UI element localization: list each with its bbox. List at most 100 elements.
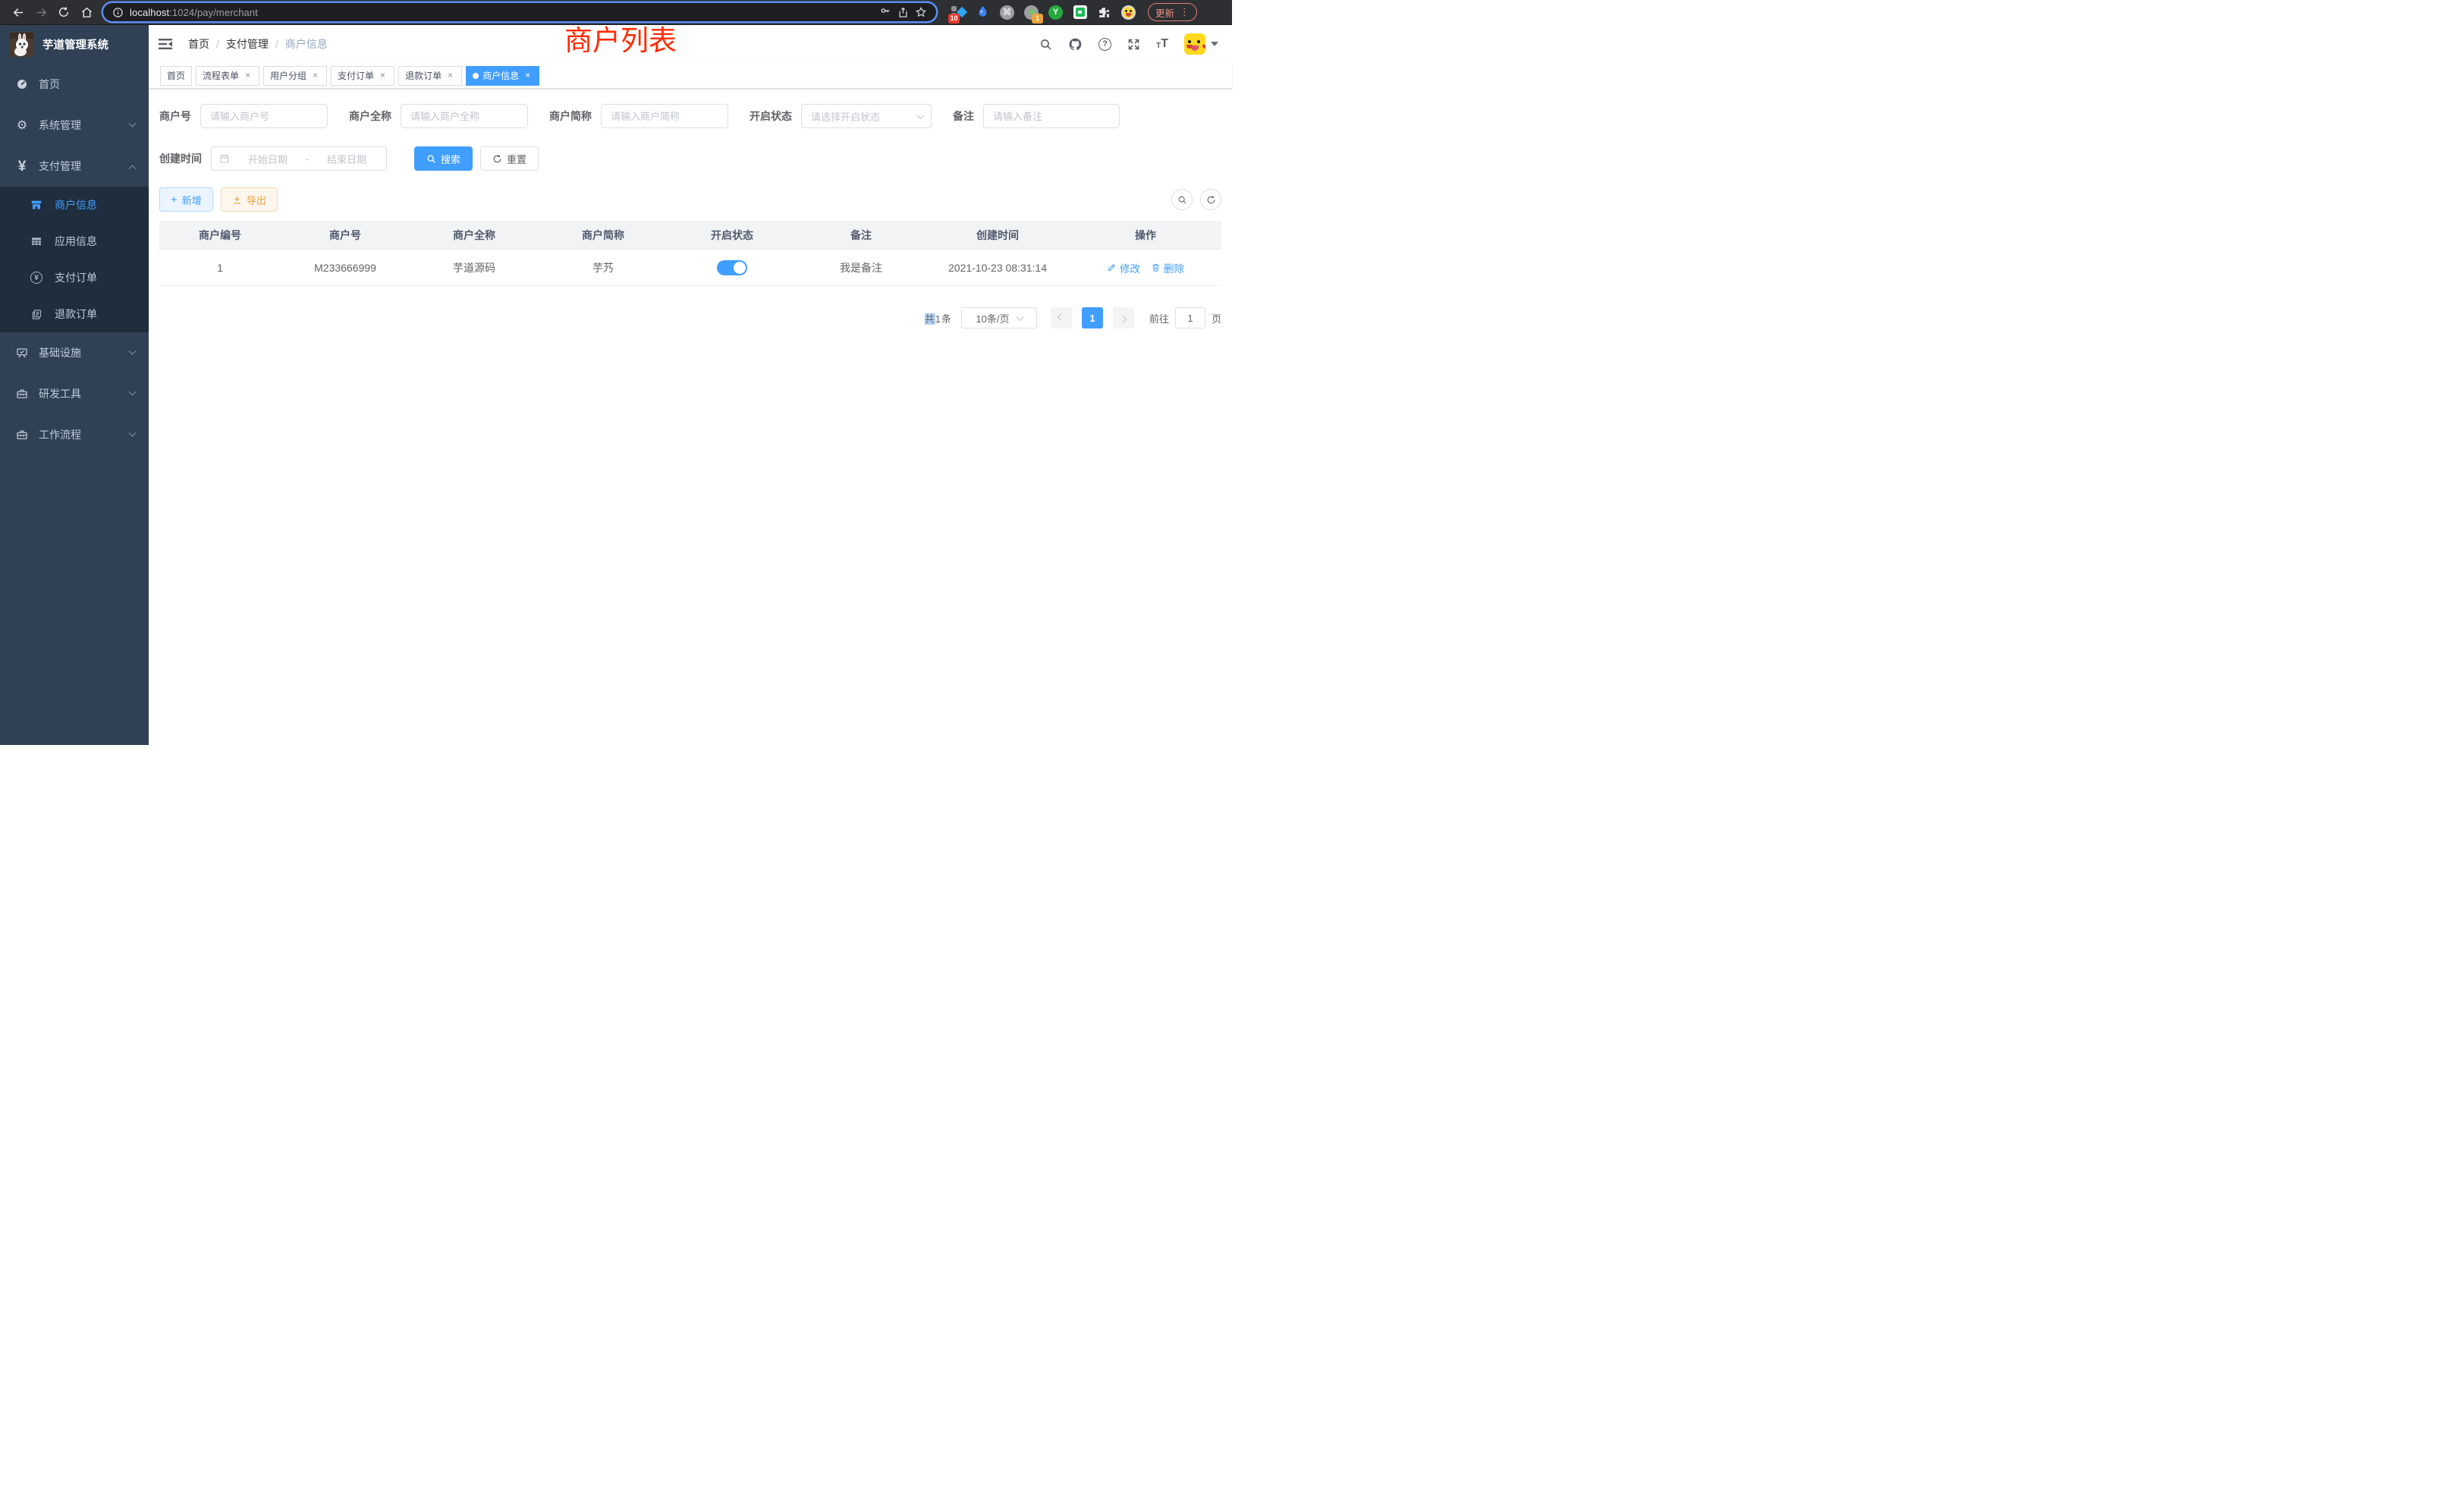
page-size-select[interactable]: 10条/页 [961,307,1037,328]
extension-blocks-icon[interactable]: 10 [951,5,966,20]
sidebar-item-payment[interactable]: ¥ 支付管理 [0,146,149,187]
url-text[interactable]: localhost:1024/pay/merchant [130,7,258,18]
breadcrumb-home[interactable]: 首页 [188,36,209,52]
extension-badge-10: 10 [948,14,960,24]
browser-menu-kebab-icon[interactable]: ⋮ [1180,6,1190,18]
sidebar-item-system[interactable]: ⚙ 系统管理 [0,105,149,146]
extension-command-icon[interactable]: ⌘ [1000,5,1014,20]
share-icon[interactable] [897,7,909,18]
sidebar-item-merchant-info[interactable]: 商户信息 [0,187,149,223]
download-icon [232,195,242,205]
goto-page-input[interactable] [1175,307,1205,328]
tag-home[interactable]: 首页 [160,66,192,86]
address-bar[interactable]: localhost:1024/pay/merchant [103,3,936,21]
breadcrumb-payment[interactable]: 支付管理 [226,36,269,52]
site-info-icon[interactable] [112,7,124,18]
col-header-short-name: 商户简称 [539,228,668,243]
field-label: 商户号 [159,108,191,124]
app-title: 芋道管理系统 [42,36,108,52]
chevron-down-icon [917,112,925,119]
extension-y-icon[interactable]: Y [1048,5,1063,20]
tag-pay-order[interactable]: 支付订单× [331,66,394,86]
close-icon[interactable]: × [445,71,455,80]
close-icon[interactable]: × [523,71,533,80]
export-button[interactable]: 导出 [221,187,278,212]
edit-button[interactable]: 修改 [1107,260,1140,275]
navbar-actions: ? TT [1039,33,1218,55]
field-label: 商户简称 [549,108,592,124]
payment-submenu: 商户信息 应用信息 ¥ 支付订单 退款订单 [0,187,149,332]
header-search-icon[interactable] [1039,38,1052,51]
page-unit-label: 页 [1212,311,1221,325]
browser-profile-avatar[interactable] [1121,5,1136,20]
chevron-down-icon [1016,313,1023,321]
sidebar-collapse-icon[interactable] [158,36,174,52]
toolbox-icon [15,388,29,400]
browser-forward-icon[interactable] [30,2,52,22]
green-glyph-icon [1076,8,1085,17]
help-icon[interactable]: ? [1098,38,1111,51]
tag-refund-order[interactable]: 退款订单× [398,66,462,86]
sidebar-item-refund-order[interactable]: 退款订单 [0,296,149,332]
close-icon[interactable]: × [243,71,253,80]
total-unit: 条 [941,313,952,325]
sidebar-item-home[interactable]: 首页 [0,64,149,105]
add-button[interactable]: + 新增 [159,187,213,212]
status-select[interactable]: 请选择开启状态 [801,104,932,128]
logo-bar[interactable]: 芋道管理系统 [0,25,149,64]
tag-merchant-info-active[interactable]: 商户信息× [466,66,539,86]
close-icon[interactable]: × [378,71,388,80]
bookmark-star-icon[interactable] [915,6,927,18]
short-name-input[interactable] [601,104,728,128]
remark-input[interactable] [983,104,1120,128]
start-date-placeholder[interactable]: 开始日期 [236,152,300,166]
browser-update-button[interactable]: 更新 ⋮ [1148,3,1197,21]
add-label: 新增 [182,193,202,207]
password-key-icon[interactable] [879,6,891,18]
search-icon [426,154,436,164]
search-button[interactable]: 搜索 [414,146,473,171]
monitor-icon [15,347,29,359]
cell-create-time: 2021-10-23 08:31:14 [926,262,1070,274]
github-icon[interactable] [1068,37,1083,52]
delete-button[interactable]: 删除 [1151,260,1184,275]
fullscreen-icon[interactable] [1127,38,1140,51]
sidebar-item-dev-tools[interactable]: 研发工具 [0,373,149,414]
sidebar: 芋道管理系统 首页 ⚙ 系统管理 ¥ 支付管理 商户信息 [0,25,149,745]
page-number-1[interactable]: 1 [1082,307,1103,328]
end-date-placeholder[interactable]: 结束日期 [315,152,379,166]
status-toggle-on[interactable] [717,260,747,275]
sidebar-item-pay-order[interactable]: ¥ 支付订单 [0,259,149,296]
browser-reload-icon[interactable] [53,2,74,22]
reset-button[interactable]: 重置 [480,146,539,171]
active-dot-icon [473,73,479,79]
toggle-search-button[interactable] [1171,189,1193,210]
field-label: 创建时间 [159,151,202,166]
next-page-button[interactable] [1113,307,1134,328]
gear-icon: ⚙ [15,118,29,133]
full-name-input[interactable] [401,104,528,128]
tag-process-form[interactable]: 流程表单× [196,66,259,86]
tag-user-group[interactable]: 用户分组× [263,66,327,86]
user-menu[interactable] [1184,33,1218,55]
extensions-puzzle-icon[interactable] [1097,5,1111,20]
browser-back-icon[interactable] [8,2,29,22]
col-header-full-name: 商户全称 [410,228,539,243]
extension-flag-icon[interactable] [1073,5,1087,20]
create-time-range-picker[interactable]: 开始日期 - 结束日期 [211,146,387,171]
sidebar-item-workflow[interactable]: 工作流程 [0,414,149,455]
edit-label: 修改 [1120,260,1140,275]
merchant-no-input[interactable] [200,104,328,128]
extension-kite-icon[interactable] [976,5,990,20]
close-icon[interactable]: × [310,71,320,80]
extension-recorder-icon[interactable]: 1 [1024,5,1039,20]
refresh-table-button[interactable] [1200,189,1221,210]
plus-icon: + [171,194,178,206]
sidebar-item-infrastructure[interactable]: 基础设施 [0,332,149,373]
chevron-down-icon [129,429,137,436]
sidebar-item-app-info[interactable]: 应用信息 [0,223,149,259]
browser-home-icon[interactable] [76,2,97,22]
extension-badge-1: 1 [1032,14,1043,24]
prev-page-button[interactable] [1051,307,1072,328]
font-size-icon[interactable]: TT [1156,38,1168,50]
